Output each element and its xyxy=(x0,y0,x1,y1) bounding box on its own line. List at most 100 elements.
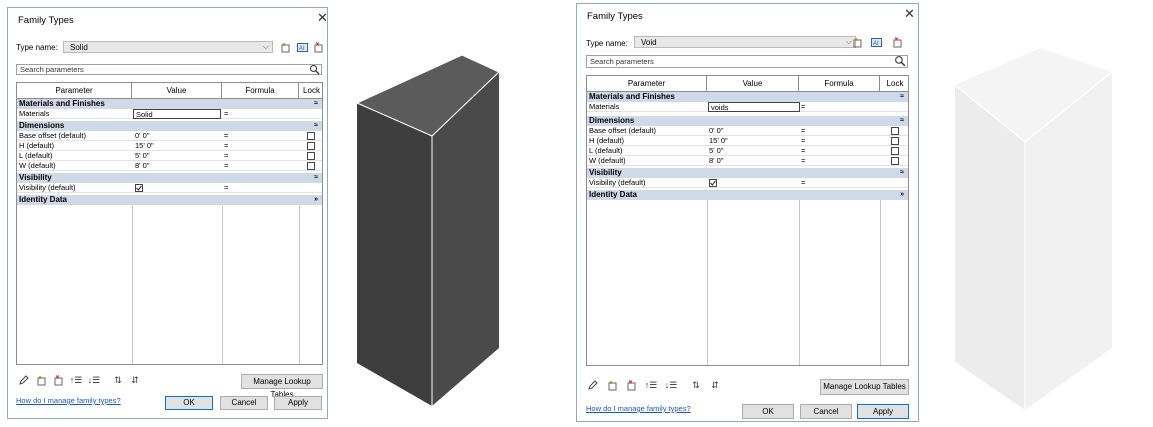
close-button[interactable]: ✕ xyxy=(904,7,915,20)
group-visibility[interactable]: Visibility ≈ xyxy=(587,168,908,178)
formula-cell[interactable]: = xyxy=(801,156,805,166)
column-formula[interactable]: Formula xyxy=(222,83,299,98)
edit-parameter-icon[interactable] xyxy=(587,379,599,391)
manage-lookup-tables-button[interactable]: Manage Lookup Tables xyxy=(820,379,909,395)
group-identity-data[interactable]: Identity Data » xyxy=(17,195,322,205)
lock-checkbox[interactable] xyxy=(307,152,315,160)
manage-lookup-tables-button[interactable]: Manage Lookup Tables xyxy=(241,374,323,399)
collapse-chevron-icon[interactable]: ≈ xyxy=(900,168,904,178)
column-divider xyxy=(707,200,708,365)
materials-value-field[interactable]: voids xyxy=(708,102,800,112)
column-value[interactable]: Value xyxy=(132,83,222,98)
collapse-chevron-icon[interactable]: ≈ xyxy=(314,173,318,183)
lock-checkbox[interactable] xyxy=(891,137,899,145)
column-value[interactable]: Value xyxy=(707,76,799,91)
group-dimensions[interactable]: Dimensions ≈ xyxy=(587,116,908,126)
formula-cell[interactable]: = xyxy=(224,109,228,119)
lock-checkbox[interactable] xyxy=(307,162,315,170)
formula-cell[interactable]: = xyxy=(801,136,805,146)
group-materials-and-finishes[interactable]: Materials and Finishes ≈ xyxy=(17,99,322,109)
expand-chevron-icon[interactable]: » xyxy=(900,190,904,200)
lock-checkbox[interactable] xyxy=(307,132,315,140)
apply-button[interactable]: Apply xyxy=(274,396,322,410)
expand-chevron-icon[interactable]: » xyxy=(314,195,318,205)
lock-checkbox[interactable] xyxy=(307,142,315,150)
collapse-chevron-icon[interactable]: ≈ xyxy=(314,99,318,109)
value-cell[interactable]: 8' 0" xyxy=(709,156,724,166)
new-type-icon[interactable] xyxy=(851,36,863,48)
group-identity-data[interactable]: Identity Data » xyxy=(587,190,908,200)
value-cell[interactable]: 8' 0" xyxy=(135,161,150,171)
lock-checkbox[interactable] xyxy=(891,147,899,155)
value-cell[interactable]: 0' 0" xyxy=(709,126,724,136)
type-name-select[interactable]: Void ⌵ xyxy=(634,36,856,48)
table-row: Materials voids = xyxy=(587,102,908,112)
column-lock[interactable]: Lock xyxy=(880,76,908,91)
sort-ascending-icon[interactable]: ⇅ xyxy=(690,379,702,391)
cancel-button[interactable]: Cancel xyxy=(800,404,852,419)
materials-value-field[interactable]: Solid xyxy=(133,109,221,119)
move-down-icon[interactable]: ↓☰ xyxy=(665,379,678,391)
column-parameter[interactable]: Parameter xyxy=(587,76,707,91)
delete-type-icon[interactable] xyxy=(312,41,324,53)
value-cell[interactable]: 15' 0" xyxy=(135,141,154,151)
help-link[interactable]: How do I manage family types? xyxy=(586,404,691,413)
value-cell[interactable]: 15' 0" xyxy=(709,136,728,146)
formula-cell[interactable]: = xyxy=(801,126,805,136)
help-link[interactable]: How do I manage family types? xyxy=(16,396,121,405)
value-cell[interactable]: 0' 0" xyxy=(135,131,150,141)
collapse-chevron-icon[interactable]: ≈ xyxy=(900,116,904,126)
search-icon[interactable] xyxy=(309,64,320,77)
delete-type-icon[interactable] xyxy=(891,36,903,48)
formula-cell[interactable]: = xyxy=(801,146,805,156)
column-formula[interactable]: Formula xyxy=(799,76,880,91)
move-up-icon[interactable]: ↑☰ xyxy=(70,374,83,386)
formula-cell[interactable]: = xyxy=(224,141,228,151)
collapse-chevron-icon[interactable]: ≈ xyxy=(900,92,904,102)
group-materials-and-finishes[interactable]: Materials and Finishes ≈ xyxy=(587,92,908,102)
close-button[interactable]: ✕ xyxy=(317,11,328,24)
lock-checkbox[interactable] xyxy=(891,127,899,135)
search-icon[interactable] xyxy=(894,55,906,69)
collapse-chevron-icon[interactable]: ≈ xyxy=(314,121,318,131)
move-down-icon[interactable]: ↓☰ xyxy=(88,374,101,386)
edit-parameter-icon[interactable] xyxy=(18,374,30,386)
column-parameter[interactable]: Parameter xyxy=(17,83,132,98)
group-visibility[interactable]: Visibility ≈ xyxy=(17,173,322,183)
visibility-checkbox[interactable] xyxy=(709,179,717,187)
new-parameter-icon[interactable] xyxy=(606,379,618,391)
sort-ascending-icon[interactable]: ⇅ xyxy=(112,374,124,386)
search-parameters-input[interactable]: Search parameters xyxy=(16,64,322,75)
delete-parameter-icon[interactable] xyxy=(52,374,64,386)
new-type-icon[interactable] xyxy=(279,41,291,53)
solid-box-shape xyxy=(355,54,500,406)
formula-cell[interactable]: = xyxy=(801,102,805,112)
formula-cell[interactable]: = xyxy=(224,131,228,141)
ok-button[interactable]: OK xyxy=(165,396,213,410)
delete-parameter-icon[interactable] xyxy=(625,379,637,391)
move-up-icon[interactable]: ↑☰ xyxy=(645,379,658,391)
value-cell[interactable]: 5' 0" xyxy=(135,151,150,161)
sort-descending-icon[interactable]: ⇵ xyxy=(129,374,141,386)
column-divider xyxy=(222,205,223,364)
search-parameters-input[interactable]: Search parameters xyxy=(586,55,908,68)
type-name-select[interactable]: Solid ⌵ xyxy=(63,41,273,53)
ok-button[interactable]: OK xyxy=(742,404,794,419)
formula-cell[interactable]: = xyxy=(224,183,228,193)
new-parameter-icon[interactable] xyxy=(35,374,47,386)
rename-type-icon[interactable]: AI xyxy=(870,36,882,48)
lock-checkbox[interactable] xyxy=(891,157,899,165)
value-cell[interactable]: 5' 0" xyxy=(709,146,724,156)
formula-cell[interactable]: = xyxy=(801,178,805,188)
column-divider xyxy=(299,205,300,364)
rename-type-icon[interactable]: AI xyxy=(296,41,308,53)
sort-descending-icon[interactable]: ⇵ xyxy=(709,379,721,391)
visibility-checkbox[interactable] xyxy=(135,184,143,192)
formula-cell[interactable]: = xyxy=(224,161,228,171)
formula-cell[interactable]: = xyxy=(224,151,228,161)
cancel-button[interactable]: Cancel xyxy=(220,396,268,410)
group-dimensions[interactable]: Dimensions ≈ xyxy=(17,121,322,131)
param-name: W (default) xyxy=(19,161,56,170)
column-lock[interactable]: Lock xyxy=(299,83,322,98)
apply-button[interactable]: Apply xyxy=(857,404,909,419)
